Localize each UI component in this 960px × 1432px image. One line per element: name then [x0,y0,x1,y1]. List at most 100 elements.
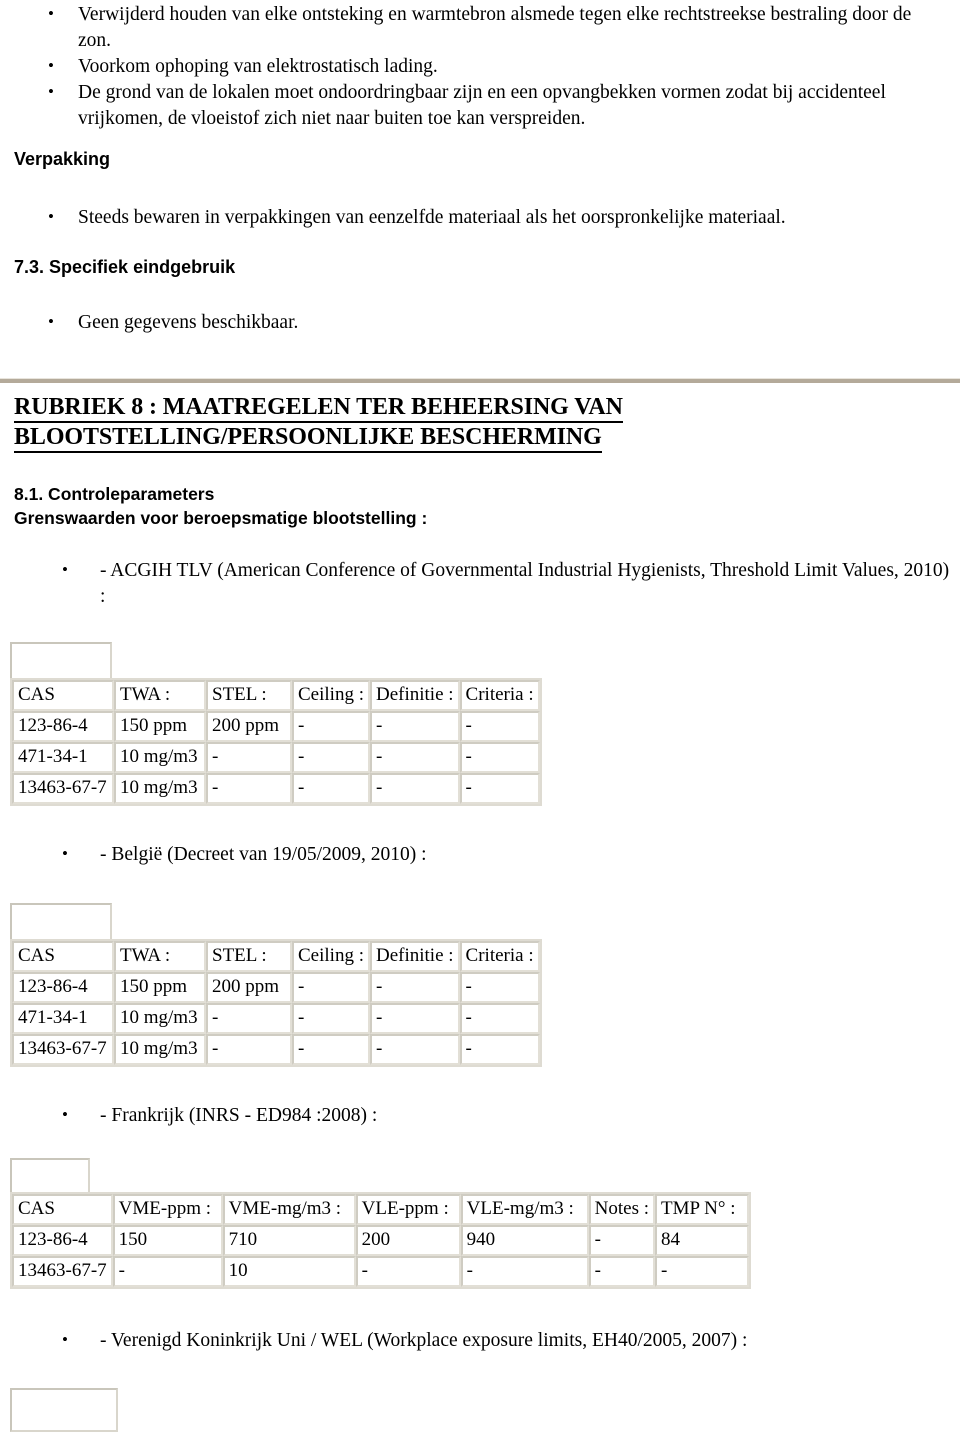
cell: - [459,1003,540,1034]
column-header-vme-ppm: VME-ppm : [112,1194,223,1225]
cell: 10 mg/m3 [114,1034,206,1065]
cell: - [112,1256,223,1287]
section-8-1-subtitle: Grenswaarden voor beroepsmatige blootste… [14,508,428,528]
cell: 10 [222,1256,356,1287]
section-divider [0,378,960,383]
cell: 150 ppm [114,972,206,1003]
cell: - [369,1034,460,1065]
cell: - [459,742,540,773]
cell: - [206,1034,292,1065]
table-row: 123-86-4 150 710 200 940 - 84 [12,1225,750,1256]
page-title-line-1: RUBRIEK 8 : MAATREGELEN TER BEHEERSING V… [14,394,623,423]
section-7-3-heading: 7.3. Specifiek eindgebruik [14,257,236,277]
column-header-vle-mgm3: VLE-mg/m3 : [460,1194,589,1225]
cell: - [459,1034,540,1065]
column-header-ceiling: Ceiling : [292,941,370,972]
frankrijk-limits-table: CAS VME-ppm : VME-mg/m3 : VLE-ppm : VLE-… [10,1192,752,1289]
column-header-vle-ppm: VLE-ppm : [355,1194,461,1225]
verpakking-heading: Verpakking [14,149,111,169]
cell: - [206,742,292,773]
cell: - [369,972,460,1003]
cell: 84 [655,1225,750,1256]
frankrijk-source-list: - Frankrijk (INRS - ED984 :2008) : [0,1102,940,1129]
cell: 13463-67-7 [12,773,114,804]
cell: 10 mg/m3 [114,1003,206,1034]
cell: - [292,711,370,742]
cell: - [292,1003,370,1034]
document-page: Verwijderd houden van elke ontsteking en… [0,0,960,1432]
cell: - [588,1256,656,1287]
cell: 10 mg/m3 [114,773,206,804]
section-8-1-heading: 8.1. Controleparameters Grenswaarden voo… [14,482,427,530]
cell: 200 ppm [206,711,292,742]
cell: 123-86-4 [12,1225,113,1256]
column-header-cas: CAS [12,1194,113,1225]
cell: 150 ppm [114,711,206,742]
list-item: - België (Decreet van 19/05/2009, 2010) … [0,841,940,868]
list-item: Steeds bewaren in verpakkingen van eenze… [0,204,940,231]
cell: 13463-67-7 [12,1034,114,1065]
belgie-limits-table: CAS TWA : STEL : Ceiling : Definitie : C… [10,939,542,1067]
cell: 10 mg/m3 [114,742,206,773]
cell: - [355,1256,461,1287]
column-header-criteria: Criteria : [459,941,540,972]
column-header-definitie: Definitie : [369,941,460,972]
cell: - [292,742,370,773]
cell: 200 ppm [206,972,292,1003]
cell: - [459,773,540,804]
column-header-notes: Notes : [588,1194,656,1225]
table-header-row: CAS TWA : STEL : Ceiling : Definitie : C… [12,680,540,711]
table-row: 13463-67-7 10 mg/m3 - - - - [12,773,540,804]
column-header-vme-mgm3: VME-mg/m3 : [222,1194,356,1225]
section-8-1-number-title: 8.1. Controleparameters [14,484,215,504]
cell: 123-86-4 [12,711,114,742]
table-row: 13463-67-7 - 10 - - - - [12,1256,750,1287]
cell: - [369,742,460,773]
cell: 123-86-4 [12,972,114,1003]
page-title: RUBRIEK 8 : MAATREGELEN TER BEHEERSING V… [14,392,714,453]
cell: 150 [112,1225,223,1256]
cell: - [292,773,370,804]
verpakking-list: Steeds bewaren in verpakkingen van eenze… [0,204,940,231]
cell: - [369,773,460,804]
column-header-twa: TWA : [114,941,206,972]
cell: - [460,1256,589,1287]
list-item: Geen gegevens beschikbaar. [0,309,940,336]
cell: - [292,1034,370,1065]
acgih-source-list: - ACGIH TLV (American Conference of Gove… [0,557,952,610]
page-title-line-2: BLOOTSTELLING/PERSOONLIJKE BESCHERMING [14,424,602,453]
cell: - [206,773,292,804]
table-row: 471-34-1 10 mg/m3 - - - - [12,742,540,773]
uk-table-stub-box [10,1388,118,1432]
storage-precautions-list: Verwijderd houden van elke ontsteking en… [0,1,948,132]
cell: 471-34-1 [12,742,114,773]
cell: 13463-67-7 [12,1256,113,1287]
cell: - [459,972,540,1003]
column-header-twa: TWA : [114,680,206,711]
belgie-source-list: - België (Decreet van 19/05/2009, 2010) … [0,841,940,868]
cell: - [459,711,540,742]
cell: - [369,711,460,742]
cell: - [588,1225,656,1256]
cell: - [206,1003,292,1034]
column-header-criteria: Criteria : [459,680,540,711]
acgih-limits-table: CAS TWA : STEL : Ceiling : Definitie : C… [10,678,542,806]
table-row: 471-34-1 10 mg/m3 - - - - [12,1003,540,1034]
table-row: 123-86-4 150 ppm 200 ppm - - - [12,972,540,1003]
cell: - [655,1256,750,1287]
table-row: 123-86-4 150 ppm 200 ppm - - - [12,711,540,742]
column-header-tmp-nummer: TMP N° : [655,1194,750,1225]
list-item: - ACGIH TLV (American Conference of Gove… [0,557,952,610]
list-item: - Verenigd Koninkrijk Uni / WEL (Workpla… [0,1327,940,1354]
cell: 200 [355,1225,461,1256]
table-header-row: CAS TWA : STEL : Ceiling : Definitie : C… [12,941,540,972]
eindgebruik-list: Geen gegevens beschikbaar. [0,309,940,336]
column-header-definitie: Definitie : [369,680,460,711]
list-item: Voorkom ophoping van elektrostatisch lad… [0,53,948,80]
cell: 471-34-1 [12,1003,114,1034]
uk-source-list: - Verenigd Koninkrijk Uni / WEL (Workpla… [0,1327,940,1354]
column-header-ceiling: Ceiling : [292,680,370,711]
cell: - [369,1003,460,1034]
column-header-cas: CAS [12,680,114,711]
cell: - [292,972,370,1003]
